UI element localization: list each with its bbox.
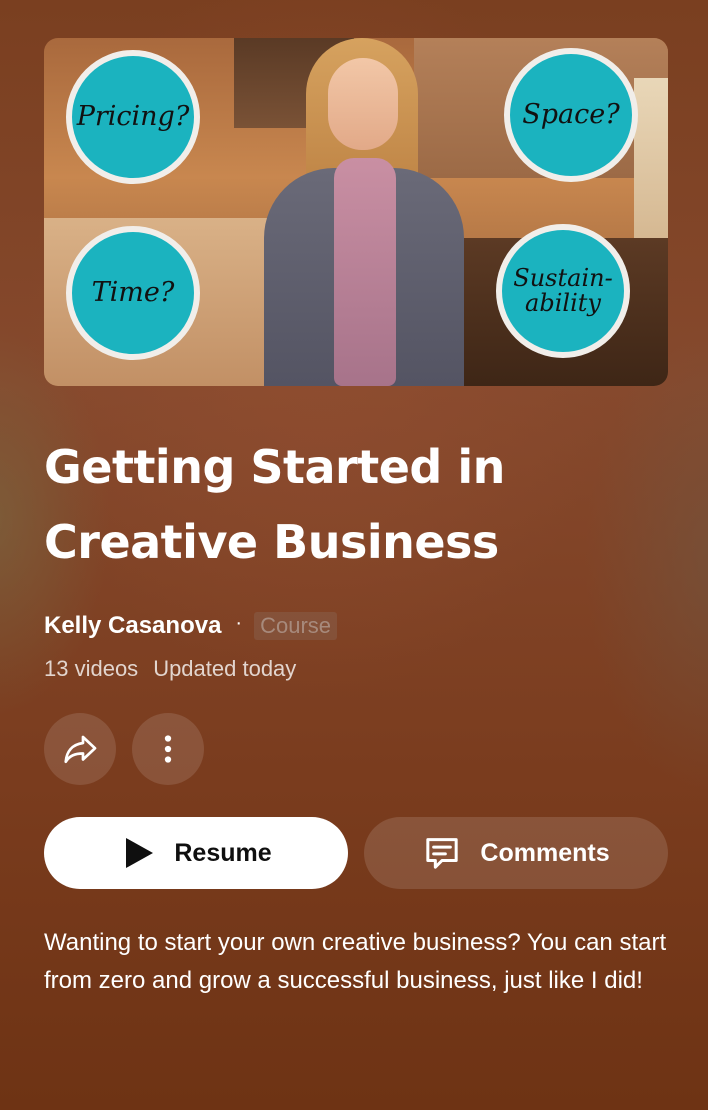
resume-button[interactable]: Resume [44, 817, 348, 889]
share-button[interactable] [44, 713, 116, 785]
presenter-scarf [334, 158, 396, 386]
playlist-stats: 13 videos Updated today [44, 656, 296, 682]
comments-button[interactable]: Comments [364, 817, 668, 889]
more-actions-button[interactable] [132, 713, 204, 785]
comment-icon [422, 833, 462, 873]
comments-button-label: Comments [480, 838, 610, 867]
playlist-header-panel: Pricing? Space? Time? Sustain-ability Ge… [0, 0, 708, 1110]
resume-button-label: Resume [174, 838, 272, 867]
channel-name-link[interactable]: Kelly Casanova [44, 612, 221, 640]
thumbnail-badge-space: Space? [504, 48, 638, 182]
presenter-face [328, 58, 398, 150]
playlist-owner-row: Kelly Casanova · Course [44, 610, 338, 642]
meta-separator: · [235, 611, 243, 634]
playlist-title: Getting Started in Creative Business [44, 440, 505, 569]
updated-label: Updated today [153, 656, 297, 681]
thumbnail-badge-time: Time? [66, 226, 200, 360]
share-icon [64, 735, 97, 764]
playlist-type-badge: Course [254, 612, 338, 640]
video-count: 13 videos [44, 656, 139, 681]
playlist-thumbnail[interactable]: Pricing? Space? Time? Sustain-ability [44, 38, 668, 386]
more-vertical-icon [164, 735, 172, 763]
playlist-description: Wanting to start your own creative busin… [44, 929, 667, 994]
presenter-figure [264, 38, 464, 386]
play-icon [120, 835, 156, 871]
thumbnail-badge-sustainability: Sustain-ability [496, 224, 630, 358]
thumbnail-badge-pricing: Pricing? [66, 50, 200, 184]
